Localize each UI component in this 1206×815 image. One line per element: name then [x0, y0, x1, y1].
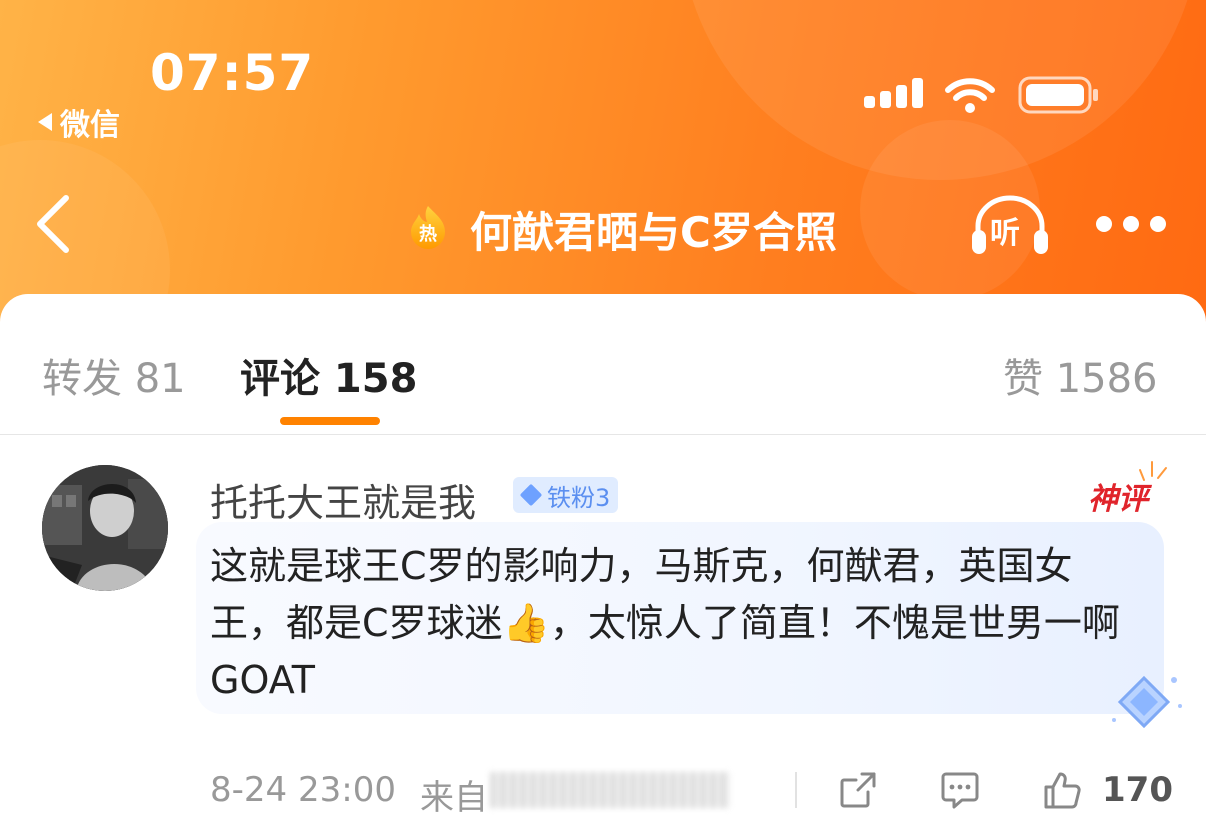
status-time: 07:57: [150, 44, 315, 102]
avatar[interactable]: [42, 465, 168, 591]
divider: [0, 434, 1206, 435]
reply-icon[interactable]: [940, 770, 980, 810]
tab-likes[interactable]: 赞 1586: [1003, 346, 1158, 404]
signal-icon: [864, 78, 924, 108]
page-title: 何猷君晒与C罗合照: [470, 208, 837, 257]
fan-level-badge: 铁粉3: [513, 477, 619, 513]
fan-badge-label: 铁粉3: [547, 483, 611, 512]
thumbs-up-icon[interactable]: [1042, 770, 1082, 810]
active-tab-indicator: [280, 417, 380, 425]
battery-icon: [1018, 76, 1098, 114]
comment-time: 8-24 23:00: [210, 770, 396, 810]
back-to-app-button[interactable]: 微信: [38, 100, 120, 144]
tab-comment[interactable]: 评论 158: [240, 346, 417, 404]
comment-text: 这就是球王C罗的影响力，马斯克，何猷君，英国女王，都是C罗球迷👍，太惊人了简直！…: [210, 544, 1120, 702]
hot-badge-icon: 热: [411, 206, 445, 249]
sparkle-icon: [1139, 461, 1167, 481]
like-count: 170: [1102, 770, 1173, 810]
listen-label: 听: [990, 216, 1020, 251]
tab-repost[interactable]: 转发 81: [42, 346, 186, 404]
redacted-source: [490, 772, 730, 808]
wifi-icon: [945, 78, 995, 113]
diamond-icon: [519, 483, 543, 507]
comment-source: 来自: [420, 778, 488, 815]
divider: [795, 772, 797, 808]
more-icon[interactable]: [1096, 212, 1166, 236]
back-triangle-icon: [38, 113, 52, 131]
share-icon[interactable]: [838, 770, 878, 810]
crystal-icon: [1112, 675, 1182, 729]
back-chevron-icon[interactable]: [32, 194, 74, 254]
comment-username[interactable]: 托托大王就是我: [210, 472, 476, 527]
back-app-label: 微信: [60, 108, 120, 143]
hot-badge-label: 热: [419, 223, 437, 245]
